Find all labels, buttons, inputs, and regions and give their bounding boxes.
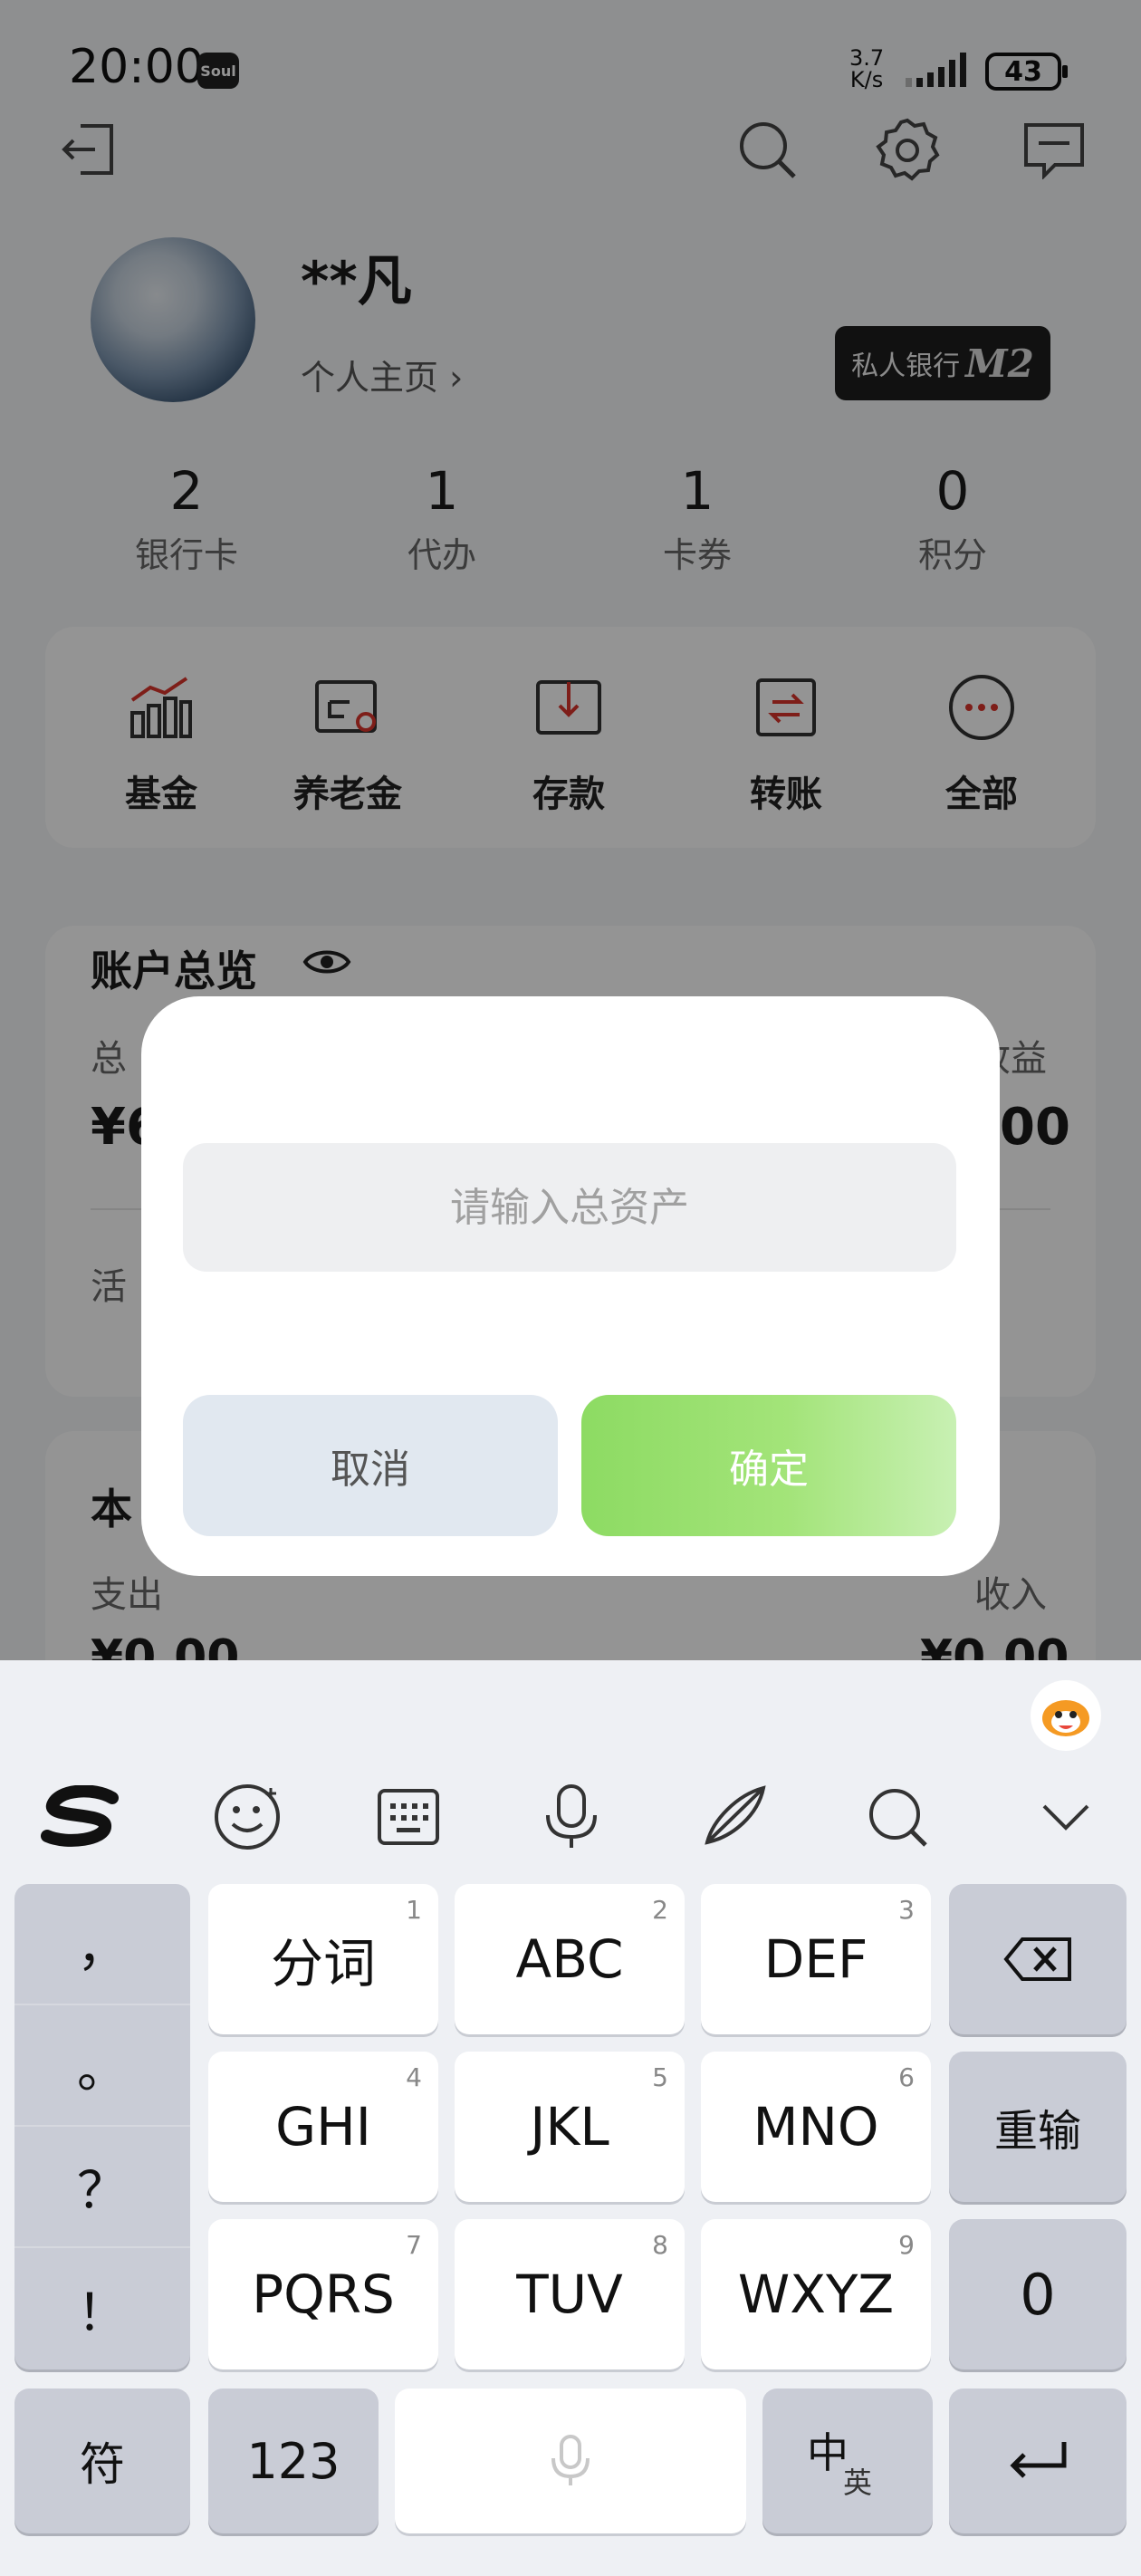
- enter-key[interactable]: [949, 2389, 1127, 2533]
- microphone-icon: [551, 2435, 590, 2485]
- key-5[interactable]: JKL 5: [455, 2052, 685, 2202]
- confirm-button[interactable]: 确定: [581, 1395, 956, 1536]
- key-label: 分词: [270, 1933, 376, 1994]
- language-switch-key[interactable]: 中 英: [762, 2389, 933, 2533]
- search-icon[interactable]: [848, 1767, 947, 1867]
- keyboard-icon[interactable]: [359, 1767, 458, 1867]
- bank-app-profile-page: 20:00 Soul 3.7 K/s 43 **凡 个人主页 › 私人银行 M2: [0, 0, 1141, 1660]
- punct-key-comma[interactable]: ，: [14, 1884, 190, 2005]
- key-label: WXYZ: [737, 2264, 895, 2325]
- key-6[interactable]: MNO 6: [701, 2052, 931, 2202]
- punct-key-exclaim[interactable]: ！: [14, 2248, 190, 2369]
- key-number: 6: [898, 2062, 915, 2092]
- handwriting-pen-icon[interactable]: [685, 1767, 784, 1867]
- key-label: TUV: [516, 2264, 623, 2325]
- total-assets-dialog: 取消 确定: [141, 996, 1000, 1576]
- ime-keyboard: ， 。 ？ ！ 分词 1 ABC 2 DEF 3 GHI 4 JKL 5 MNO 6 重输 …: [0, 1660, 1141, 2576]
- key-label: ABC: [515, 1928, 624, 1990]
- key-4[interactable]: GHI 4: [208, 2052, 438, 2202]
- retype-key[interactable]: 重输: [949, 2052, 1127, 2202]
- microphone-icon[interactable]: [522, 1767, 621, 1867]
- space-key[interactable]: [395, 2389, 746, 2533]
- ime-mascot-icon[interactable]: [1031, 1680, 1101, 1751]
- key-number: 4: [406, 2062, 422, 2092]
- key-number: 3: [898, 1895, 915, 1925]
- zero-key[interactable]: 0: [949, 2219, 1127, 2369]
- key-9[interactable]: WXYZ 9: [701, 2219, 931, 2369]
- key-number: 9: [898, 2230, 915, 2260]
- sogou-logo-icon[interactable]: [31, 1767, 130, 1867]
- key-8[interactable]: TUV 8: [455, 2219, 685, 2369]
- punct-key-period[interactable]: 。: [14, 2005, 190, 2127]
- backspace-key[interactable]: [949, 1884, 1127, 2034]
- key-number: 8: [652, 2230, 668, 2260]
- punct-key-question[interactable]: ？: [14, 2127, 190, 2248]
- total-assets-input[interactable]: [183, 1143, 956, 1272]
- key-3[interactable]: DEF 3: [701, 1884, 931, 2034]
- emoji-icon[interactable]: [197, 1767, 297, 1867]
- key-number: 2: [652, 1895, 668, 1925]
- backspace-icon: [1003, 1937, 1071, 1981]
- collapse-chevron-icon[interactable]: [1016, 1767, 1116, 1867]
- key-2[interactable]: ABC 2: [455, 1884, 685, 2034]
- key-label: JKL: [530, 2096, 609, 2158]
- key-label: PQRS: [252, 2264, 395, 2325]
- symbol-key[interactable]: 符: [14, 2389, 190, 2533]
- cancel-button[interactable]: 取消: [183, 1395, 558, 1536]
- key-label: GHI: [275, 2096, 371, 2158]
- key-label: DEF: [763, 1928, 868, 1990]
- key-number: 1: [406, 1895, 422, 1925]
- number-mode-key[interactable]: 123: [208, 2389, 379, 2533]
- lang-sub-label: 英: [843, 2465, 873, 2500]
- key-7[interactable]: PQRS 7: [208, 2219, 438, 2369]
- key-number: 5: [652, 2062, 668, 2092]
- key-1[interactable]: 分词 1: [208, 1884, 438, 2034]
- enter-icon: [1010, 2442, 1067, 2478]
- punctuation-column: ， 。 ？ ！: [14, 1884, 190, 2369]
- key-label: MNO: [753, 2096, 879, 2158]
- key-number: 7: [406, 2230, 422, 2260]
